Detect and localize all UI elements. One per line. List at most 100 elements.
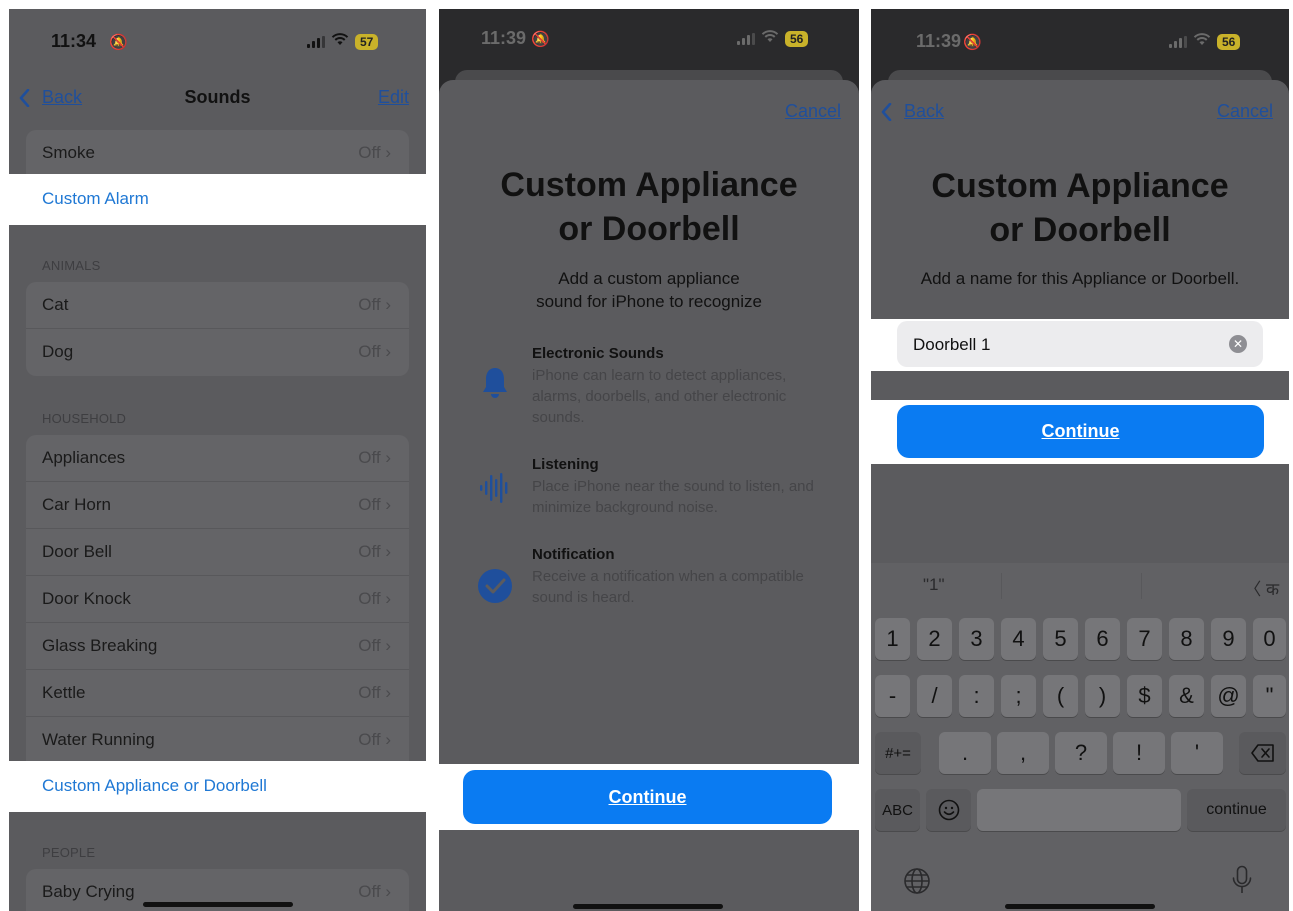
subtitle-line-2: sound for iPhone to recognize [536, 292, 762, 311]
cellular-signal-icon [1169, 36, 1187, 48]
key[interactable]: , [997, 732, 1049, 774]
key[interactable]: / [917, 675, 952, 717]
row-value: Off › [358, 730, 391, 749]
key[interactable]: @ [1211, 675, 1246, 717]
cellular-signal-icon [307, 35, 325, 48]
row-label: Glass Breaking [42, 636, 158, 655]
navigation-bar: Back Sounds Edit [9, 75, 426, 121]
sound-row-dog[interactable]: Dog Off › [26, 329, 409, 376]
key[interactable]: 7 [1127, 618, 1162, 660]
space-key[interactable] [977, 789, 1181, 831]
waveform-icon [475, 468, 515, 508]
title-line-1: Custom Appliance [500, 166, 798, 204]
section-header-people: PEOPLE [42, 845, 96, 860]
custom-appliance-row[interactable]: Custom Appliance or Doorbell [9, 761, 426, 812]
key[interactable]: 5 [1043, 618, 1078, 660]
edit-button[interactable]: Edit [378, 87, 409, 108]
back-button[interactable]: Back [881, 101, 944, 122]
key[interactable]: 3 [959, 618, 994, 660]
key[interactable]: - [875, 675, 910, 717]
cancel-button[interactable]: Cancel [1217, 101, 1273, 122]
appliance-name-field[interactable]: Doorbell 1 ✕ [897, 321, 1263, 367]
key[interactable]: 9 [1211, 618, 1246, 660]
key[interactable]: . [939, 732, 991, 774]
sound-row-door-knock[interactable]: Door Knock Off › [26, 576, 409, 623]
key[interactable]: ? [1055, 732, 1107, 774]
sound-row-glass-breaking[interactable]: Glass Breaking Off › [26, 623, 409, 670]
key[interactable]: 8 [1169, 618, 1204, 660]
section-header-household: HOUSEHOLD [42, 411, 127, 426]
row-label: Kettle [42, 683, 86, 702]
more-symbols-key[interactable]: #+= [875, 732, 921, 774]
status-time: 11:34 [51, 31, 97, 51]
key[interactable]: 4 [1001, 618, 1036, 660]
sound-row-door-bell[interactable]: Door Bell Off › [26, 529, 409, 576]
key[interactable]: 2 [917, 618, 952, 660]
key[interactable]: ' [1171, 732, 1223, 774]
key[interactable]: " [1253, 675, 1286, 717]
continue-button[interactable]: Continue [897, 405, 1264, 458]
key[interactable]: ; [1001, 675, 1036, 717]
globe-icon[interactable] [903, 867, 931, 900]
key[interactable]: : [959, 675, 994, 717]
keyboard-suggestion[interactable]: "1" [923, 575, 945, 595]
row-value: Off › [358, 589, 391, 608]
key[interactable]: 6 [1085, 618, 1120, 660]
sound-row-water-running[interactable]: Water Running Off › [26, 717, 409, 764]
sounds-screen: 11:34 🔕 57 Back Sounds Edit Smoke Off › … [9, 9, 426, 911]
chevron-right-icon: › [385, 448, 391, 467]
return-key[interactable]: continue [1187, 789, 1286, 831]
row-value: Off › [358, 683, 391, 702]
row-value: Off › [358, 882, 391, 901]
sound-row-smoke[interactable]: Smoke Off › [26, 130, 409, 177]
clear-text-icon[interactable]: ✕ [1229, 335, 1247, 353]
battery-indicator: 57 [355, 33, 379, 50]
sheet-title: Custom Appliance or Doorbell [439, 163, 859, 251]
key[interactable]: 0 [1253, 618, 1286, 660]
chevron-right-icon: › [385, 882, 391, 901]
continue-button[interactable]: Continue [463, 770, 832, 824]
feature-description: Receive a notification when a compatible… [532, 568, 804, 606]
sound-row-car-horn[interactable]: Car Horn Off › [26, 482, 409, 529]
cancel-button[interactable]: Cancel [785, 101, 841, 122]
key[interactable]: ( [1043, 675, 1078, 717]
emoji-icon [938, 799, 959, 821]
custom-alarm-row[interactable]: Custom Alarm [9, 174, 426, 225]
microphone-icon[interactable] [1231, 865, 1253, 900]
title-line-2: or Doorbell [558, 210, 740, 248]
row-label: Cat [42, 295, 69, 314]
delete-key[interactable] [1239, 732, 1286, 774]
key[interactable]: & [1169, 675, 1204, 717]
chevron-right-icon: › [385, 542, 391, 561]
title-line-2: or Doorbell [989, 211, 1171, 249]
subtitle-line-1: Add a custom appliance [558, 269, 740, 288]
chevron-left-icon [881, 102, 892, 121]
row-label: Dog [42, 342, 74, 361]
wifi-icon [761, 30, 779, 48]
key[interactable]: 1 [875, 618, 910, 660]
status-indicators: 56 [737, 30, 809, 48]
feature-title: Notification [532, 546, 615, 563]
sound-row-appliances[interactable]: Appliances Off › [26, 435, 409, 482]
emoji-key[interactable] [926, 789, 971, 831]
chevron-right-icon: › [385, 589, 391, 608]
row-label: Door Bell [42, 542, 112, 561]
title-line-1: Custom Appliance [931, 167, 1229, 205]
chevron-right-icon: › [385, 636, 391, 655]
sound-row-cat[interactable]: Cat Off › [26, 282, 409, 329]
abc-key[interactable]: ABC [875, 789, 920, 831]
key[interactable]: ! [1113, 732, 1165, 774]
keyboard-language-suggestion[interactable]: 〈 क [1244, 575, 1279, 600]
feature-listening: Listening Place iPhone near the sound to… [475, 456, 825, 536]
key[interactable]: $ [1127, 675, 1162, 717]
backspace-icon [1250, 744, 1274, 762]
row-value: Off › [358, 448, 391, 467]
home-indicator [1005, 904, 1155, 909]
row-value: Off › [358, 342, 391, 361]
key[interactable]: ) [1085, 675, 1120, 717]
feature-description: iPhone can learn to detect appliances, a… [532, 367, 787, 426]
cellular-signal-icon [737, 33, 755, 45]
sound-row-kettle[interactable]: Kettle Off › [26, 670, 409, 717]
name-input-value: Doorbell 1 [913, 335, 991, 354]
wifi-icon [1193, 33, 1211, 51]
